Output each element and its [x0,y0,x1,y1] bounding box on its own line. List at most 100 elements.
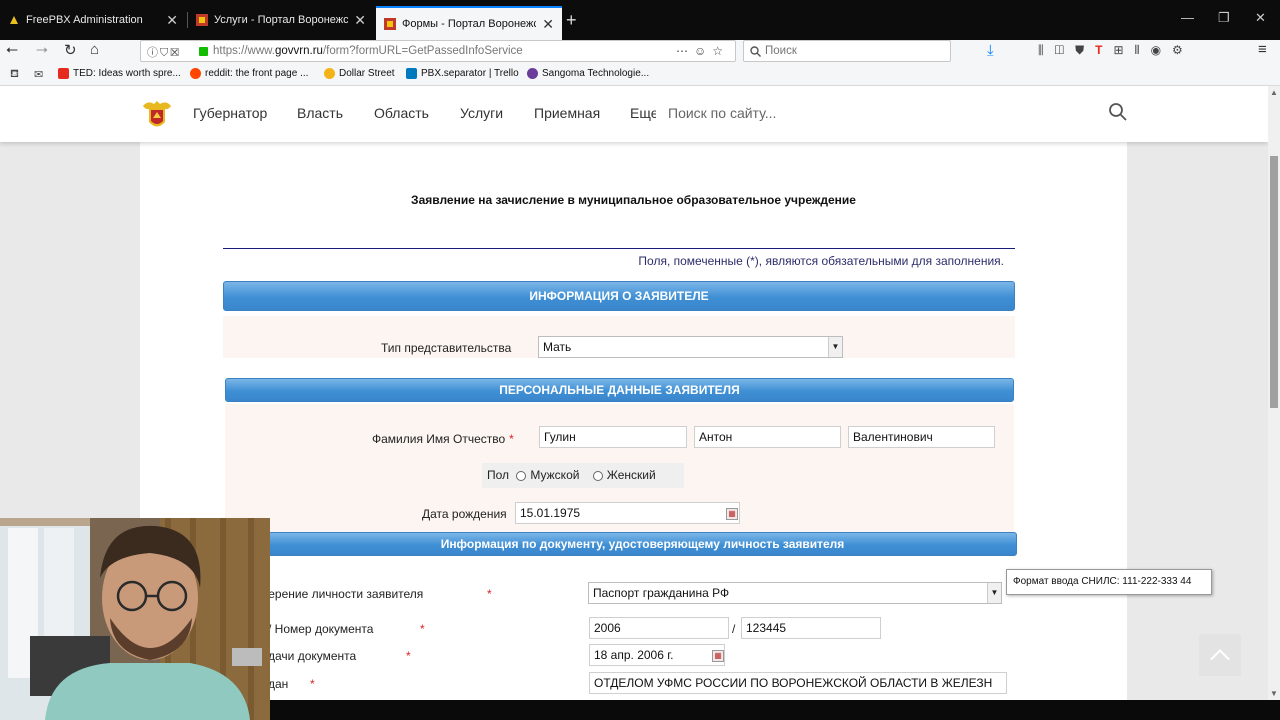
gender-label: Пол [487,468,510,482]
bookmark-sangoma[interactable]: Sangoma Technologie... [527,68,649,79]
doc-date-label: дачи документа [268,649,357,663]
gender-female-label[interactable]: Женский [607,468,656,482]
required-mark: * [310,677,315,691]
scroll-to-top-button[interactable] [1199,634,1241,676]
doc-type-value: Паспорт гражданина РФ [593,586,730,600]
back-icon[interactable]: ⭠ [6,41,18,58]
close-tab-icon[interactable]: ✕ [542,16,554,33]
bookmarks-bar: ⛾ ✉ TED: Ideas worth spre... reddit: the… [0,64,1280,86]
doc-issuer-input[interactable] [589,672,1007,694]
required-fields-note: Поля, помеченные (*), являются обязатель… [638,254,1004,268]
presenter-video-image [0,518,270,720]
portal-favicon-icon [196,14,208,26]
webcam-overlay [0,518,270,720]
form-container: Заявление на зачисление в муниципальное … [140,142,1127,700]
representation-select[interactable]: Мать ▼ [538,336,843,358]
home-icon[interactable]: ⌂ [90,41,99,58]
bookmark-reddit[interactable]: reddit: the front page ... [190,68,308,79]
forward-icon[interactable]: ⭢ [36,41,48,58]
gender-male-radio[interactable] [516,470,527,481]
required-mark: * [420,622,425,636]
birth-date-input[interactable] [515,502,740,524]
page-scrollbar[interactable]: ▲ ▼ [1268,86,1280,700]
gender-female-radio[interactable] [592,470,603,481]
reload-icon[interactable]: ↻ [64,41,77,59]
scroll-up-icon[interactable]: ▲ [1270,88,1278,97]
download-icon[interactable]: ⤓ [987,42,994,59]
magnifier-icon [750,45,761,57]
nav-power[interactable]: Власть [297,105,343,121]
lock-icon [199,46,208,56]
bookmark-trello[interactable]: PBX.separator | Trello [406,68,519,79]
site-info-icon[interactable]: ⓘ⛉☒ [147,44,181,60]
tab-services[interactable]: Услуги - Портал Воронежской ✕ [188,6,374,34]
toolbar-extension-icons[interactable]: ⫼◫⛊T⊞⫴◉⚙ [1038,43,1194,58]
calendar-icon[interactable]: ▦ [712,650,724,662]
nav-services[interactable]: Услуги [460,105,503,121]
page-actions-icon[interactable]: ⋯☺☆ [676,44,729,58]
bookmark-dollar-street[interactable]: Dollar Street [324,68,395,79]
gender-male-label[interactable]: Мужской [530,468,579,482]
dollar-street-icon [324,68,335,79]
section-personal-data[interactable]: ПЕРСОНАЛЬНЫЕ ДАННЫЕ ЗАЯВИТЕЛЯ [225,378,1014,402]
voronezh-emblem-icon[interactable] [140,98,174,132]
scrollbar-thumb[interactable] [1270,156,1278,408]
first-name-input[interactable] [694,426,841,448]
fio-label: Фамилия Имя Отчество * [372,432,514,446]
tab-title: Услуги - Портал Воронежской [214,14,349,26]
reddit-icon [190,68,201,79]
browser-tab-bar: FreePBX Administration ✕ Услуги - Портал… [0,0,1280,40]
ted-icon [58,68,69,79]
tab-title: FreePBX Administration [26,14,143,26]
middle-name-input[interactable] [848,426,995,448]
scroll-down-icon[interactable]: ▼ [1270,689,1278,698]
freepbx-favicon-icon [10,16,18,24]
gender-row: Пол Мужской Женский [487,468,656,482]
last-name-input[interactable] [539,426,687,448]
trello-icon [406,68,417,79]
url-bar[interactable]: ⓘ⛉☒ https://www.govvrn.ru/form?formURL=G… [140,40,736,62]
mail-icon[interactable]: ✉ [34,68,43,81]
close-tab-icon[interactable]: ✕ [166,12,178,29]
browser-search-box[interactable] [743,40,951,62]
form-title: Заявление на зачисление в муниципальное … [411,193,856,207]
nav-more[interactable]: Еще [630,105,656,121]
pocket-icon[interactable]: ⛾ [10,68,19,82]
tab-freepbx[interactable]: FreePBX Administration ✕ [0,6,186,34]
browser-search-input[interactable] [765,45,935,57]
minimize-window-icon[interactable]: — [1181,10,1194,25]
restore-window-icon[interactable]: ❐ [1218,10,1230,26]
doc-date-input[interactable] [589,644,725,666]
required-mark: * [406,649,411,663]
section-document-info[interactable]: Информация по документу, удостоверяющему… [268,532,1017,556]
required-mark: * [487,587,492,601]
representation-value: Мать [543,340,572,354]
calendar-icon[interactable]: ▦ [726,508,738,520]
new-tab-icon[interactable]: + [566,10,577,31]
doc-number-separator: / [732,622,736,636]
bookmark-ted[interactable]: TED: Ideas worth spre... [58,68,181,79]
site-header: Губернатор Власть Область Услуги Приемна… [0,86,1268,142]
site-search-input[interactable] [668,105,968,121]
hamburger-menu-icon[interactable]: ≡ [1258,41,1267,58]
doc-type-label: верение личности заявителя [262,587,424,601]
portal-favicon-icon [384,18,396,30]
nav-governor[interactable]: Губернатор [193,105,267,121]
sangoma-icon [527,68,538,79]
section-applicant-info[interactable]: ИНФОРМАЦИЯ О ЗАЯВИТЕЛЕ [223,281,1015,311]
doc-issuer-label: дан [268,677,289,691]
doc-series-input[interactable] [589,617,729,639]
tab-forms[interactable]: Формы - Портал Воронежской ✕ [376,6,562,40]
url-text: https://www.govvrn.ru/form?formURL=GetPa… [213,45,523,57]
nav-reception[interactable]: Приемная [534,105,600,121]
dropdown-arrow-icon: ▼ [987,583,1001,603]
doc-number-label: / Номер документа [268,622,374,636]
birth-date-label: Дата рождения [422,507,507,521]
doc-number-input[interactable] [741,617,881,639]
nav-region[interactable]: Область [374,105,429,121]
doc-type-select[interactable]: Паспорт гражданина РФ ▼ [588,582,1002,604]
close-window-icon[interactable]: ✕ [1255,10,1266,26]
close-tab-icon[interactable]: ✕ [354,12,366,29]
search-icon[interactable] [1108,102,1128,122]
browser-nav-bar: ⭠ ⭢ ↻ ⌂ ⓘ⛉☒ https://www.govvrn.ru/form?f… [0,40,1280,64]
